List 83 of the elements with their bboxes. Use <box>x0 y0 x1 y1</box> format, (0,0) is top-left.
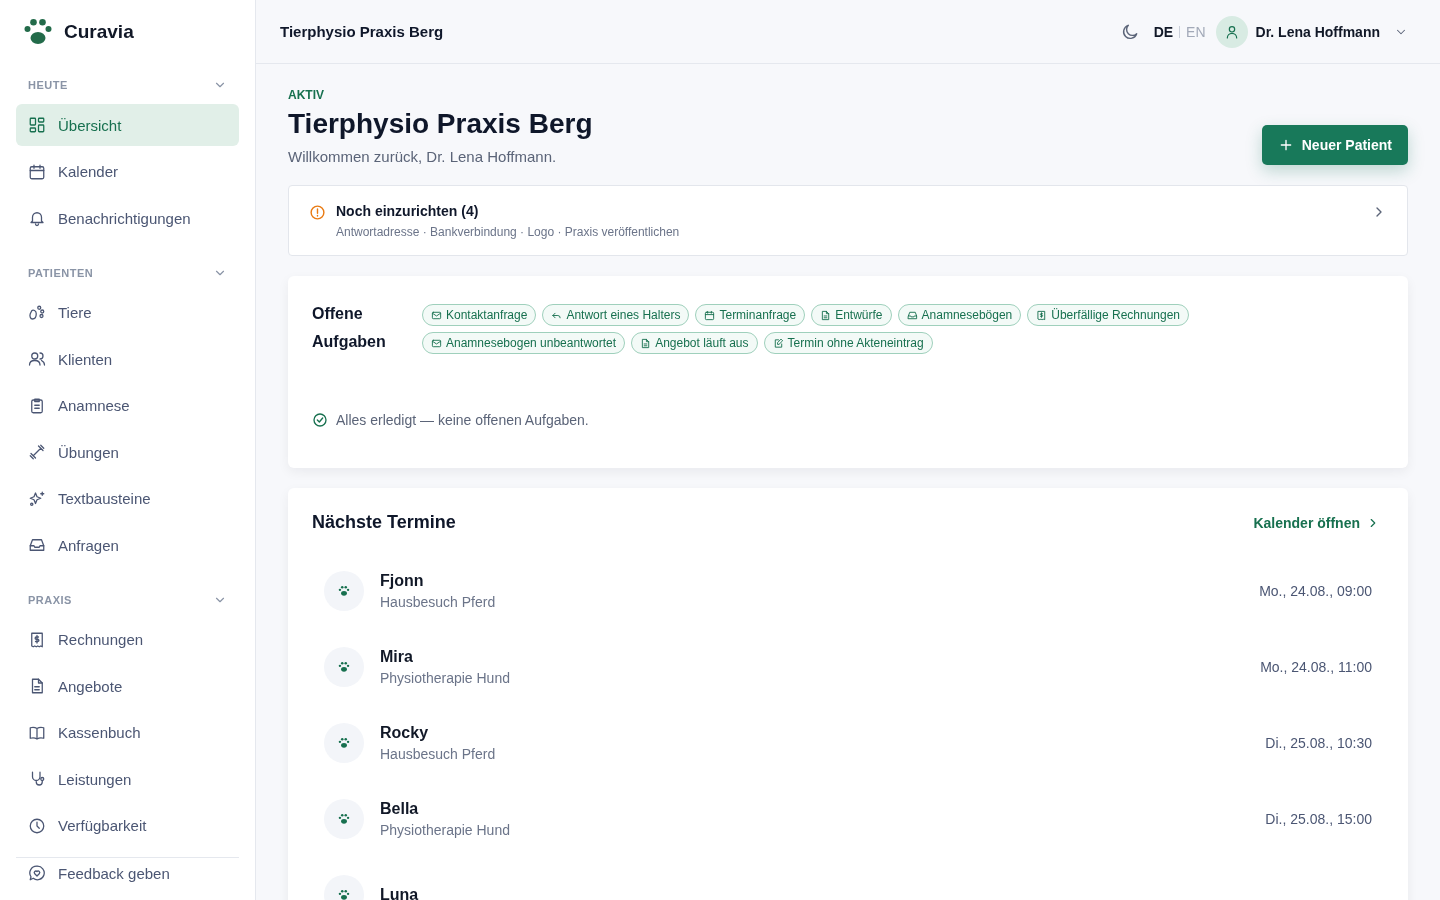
filter-chip[interactable]: Antwort eines Halters <box>542 304 690 326</box>
users-icon <box>28 350 46 368</box>
paw-icon <box>337 812 351 826</box>
card-title: Offene Aufgaben <box>312 304 387 352</box>
appointment-type: Hausbesuch Pferd <box>380 594 497 610</box>
language-option[interactable]: DE <box>1153 23 1174 40</box>
nav-item[interactable]: Klienten <box>16 338 239 380</box>
page-subtitle: Willkommen zurück, Dr. Lena Hoffmann. <box>288 148 558 165</box>
calendar-icon <box>28 162 46 181</box>
paw-icon <box>337 888 351 900</box>
card-title: Nächste Termine <box>312 512 456 533</box>
nav-item[interactable]: Verfügbarkeit <box>16 804 239 847</box>
appointment-time: Di., 25.08., 15:00 <box>1265 811 1372 827</box>
nav-item[interactable]: Benachrichtigungen <box>16 197 239 239</box>
patient-name: Rocky <box>380 724 430 742</box>
setup-steps: Antwortadresse · Bankverbindung · Logo · Praxis veröffentlichen <box>336 225 1361 239</box>
paw-icon <box>337 660 351 674</box>
nav-item[interactable]: Rechnungen <box>16 618 239 661</box>
calendar-icon <box>704 309 716 321</box>
document-icon <box>640 337 652 349</box>
nav-item[interactable]: Tiere <box>16 291 239 334</box>
setup-card[interactable]: Noch einzurichten (4) Antwortadresse · Bankverbindung · Logo · Praxis veröffentlichen <box>288 185 1408 256</box>
edit-icon <box>772 337 784 349</box>
filter-chip[interactable]: Termin ohne Akteneintrag <box>763 332 933 354</box>
appointment-type: Hausbesuch Pferd <box>380 746 497 762</box>
nav-item[interactable]: Leistungen <box>16 758 239 800</box>
nav-item[interactable]: Angebote <box>16 665 239 707</box>
nav-item[interactable]: Übersicht <box>16 104 239 146</box>
filter-chip[interactable]: Anamnesebogen unbeantwortet <box>422 332 626 354</box>
filter-chip[interactable]: Anamnesebögen <box>897 304 1022 326</box>
sparkle-icon <box>28 489 46 508</box>
calendar-link[interactable]: Kalender öffnen <box>1253 514 1380 531</box>
filter-chip[interactable]: Angebot läuft aus <box>631 332 758 354</box>
patient-name: Mira <box>380 648 414 666</box>
inbox-icon <box>906 309 918 321</box>
bell-icon <box>28 209 46 227</box>
filter-chip[interactable]: Überfällige Rechnungen <box>1027 304 1190 326</box>
nav-item[interactable]: Übungen <box>16 431 239 473</box>
user-menu[interactable]: Dr. Lena Hoffmann <box>1215 15 1416 48</box>
section-label: PRAXIS <box>28 593 72 606</box>
appointment-type: Physiotherapie Hund <box>380 670 511 686</box>
alert-icon <box>309 204 326 221</box>
patient-name: Bella <box>380 800 420 818</box>
filter-chip[interactable]: Kontaktanfrage <box>422 304 537 326</box>
document-icon <box>820 309 832 321</box>
user-name: Dr. Lena Hoffmann <box>1255 23 1380 40</box>
nav-item[interactable]: Anfragen <box>16 524 239 566</box>
empty-message: Alles erledigt — keine offenen Aufgaben. <box>336 412 589 428</box>
clipboard-icon <box>28 396 46 415</box>
setup-title: Noch einzurichten (4) <box>336 203 480 219</box>
patient-name: Fjonn <box>380 572 425 590</box>
grid-icon <box>28 116 46 134</box>
envelope-icon <box>431 309 442 321</box>
appointment-time: Di., 25.08., 10:30 <box>1265 735 1372 751</box>
chat-heart-icon <box>28 864 46 882</box>
inbox-icon <box>28 536 46 554</box>
section-label: PATIENTEN <box>28 266 94 279</box>
filter-chip[interactable]: Terminanfrage <box>695 304 806 326</box>
appointment-type: Physiotherapie Hund <box>380 822 511 838</box>
practice-name: Tierphysio Praxis Berg <box>280 23 444 40</box>
envelope-icon <box>431 337 442 349</box>
nav-item[interactable]: Kalender <box>16 150 239 193</box>
new-patient-button[interactable]: Neuer Patient <box>1261 125 1408 165</box>
check-circle-icon <box>312 412 328 428</box>
appointment-time: Mo., 24.08., 11:00 <box>1260 659 1372 675</box>
nav-item[interactable]: Kassenbuch <box>16 711 239 754</box>
receipt-icon <box>1036 309 1048 321</box>
appointment-time: Mo., 24.08., 09:00 <box>1259 583 1372 599</box>
paw-prints-icon <box>28 303 46 322</box>
status-label: AKTIV <box>288 88 325 102</box>
brand-name: Curavia <box>64 21 134 43</box>
patient-name: Luna <box>380 886 420 900</box>
nav-item[interactable]: Textbausteine <box>16 477 239 520</box>
clock-icon <box>28 816 46 835</box>
filter-chip[interactable]: Entwürfe <box>811 304 892 326</box>
paw-icon <box>337 584 351 598</box>
feedback-link[interactable]: Feedback geben <box>16 857 239 882</box>
dumbbell-icon <box>28 443 46 461</box>
receipt-icon <box>28 630 46 649</box>
nav-item[interactable]: Anamnese <box>16 384 239 427</box>
page-title: Tierphysio Praxis Berg <box>288 108 593 140</box>
paw-icon <box>337 736 351 750</box>
section-label: HEUTE <box>28 79 68 91</box>
